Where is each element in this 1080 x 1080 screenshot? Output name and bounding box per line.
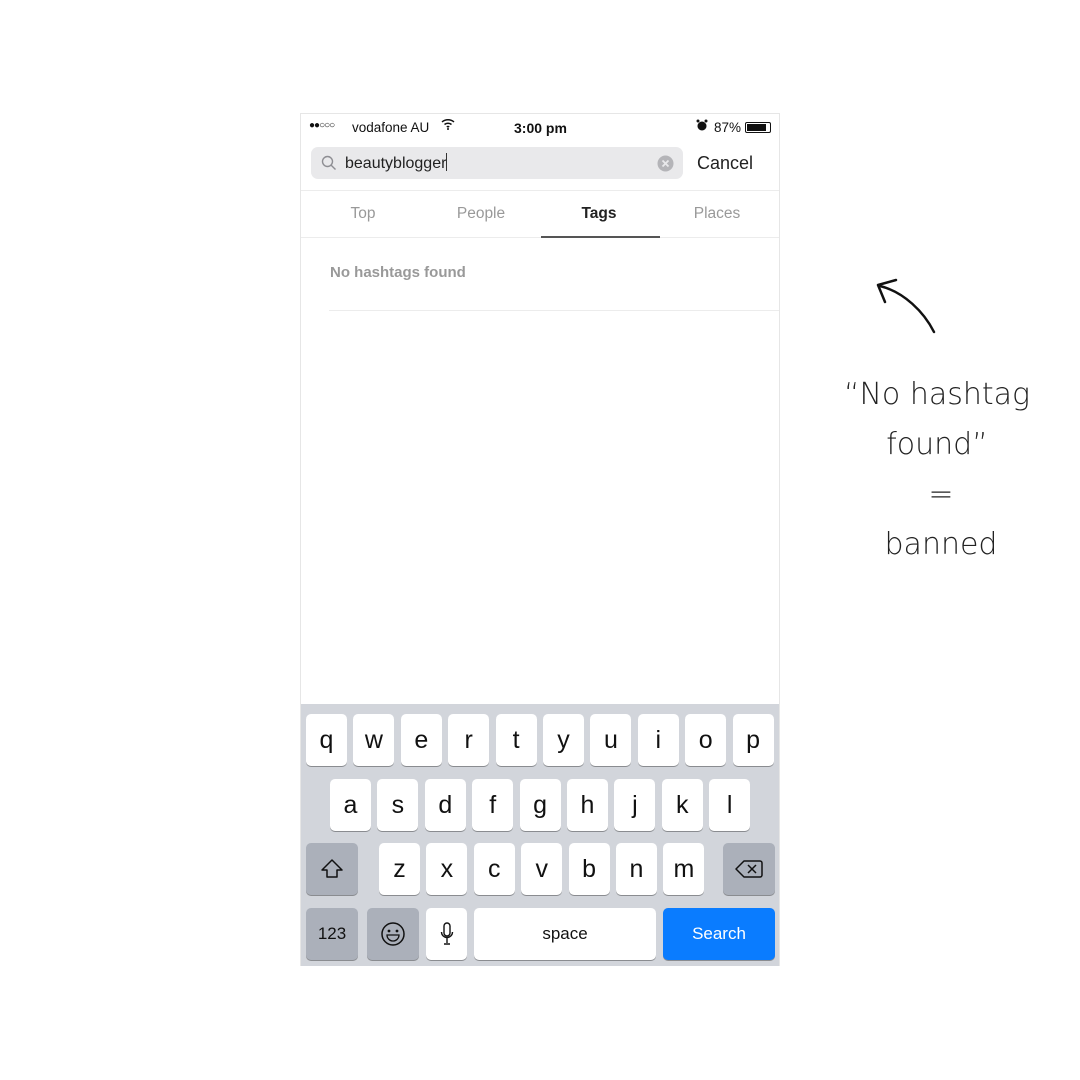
annotation-line: = bbox=[928, 477, 954, 512]
key-n[interactable]: n bbox=[616, 843, 657, 895]
tab-people[interactable]: People bbox=[422, 205, 540, 223]
annotation-line: “No hashtag bbox=[843, 377, 1031, 412]
space-key[interactable]: space bbox=[474, 908, 656, 960]
key-r[interactable]: r bbox=[448, 714, 490, 766]
status-bar: ●●○○○ vodafone AU 3:00 pm 87% bbox=[301, 114, 779, 142]
search-value: beautyblogger bbox=[345, 155, 447, 172]
key-f[interactable]: f bbox=[472, 779, 514, 831]
key-z[interactable]: z bbox=[379, 843, 420, 895]
key-g[interactable]: g bbox=[519, 779, 561, 831]
tab-top[interactable]: Top bbox=[304, 205, 422, 223]
key-q[interactable]: q bbox=[306, 714, 347, 766]
key-l[interactable]: l bbox=[709, 779, 751, 831]
key-j[interactable]: j bbox=[614, 779, 656, 831]
phone-screen: ●●○○○ vodafone AU 3:00 pm 87% beautyblog… bbox=[300, 113, 780, 966]
time: 3:00 pm bbox=[514, 120, 567, 136]
key-w[interactable]: w bbox=[353, 714, 395, 766]
key-v[interactable]: v bbox=[521, 843, 563, 895]
carrier: vodafone AU bbox=[352, 120, 430, 135]
emoji-key[interactable] bbox=[367, 908, 419, 960]
key-d[interactable]: d bbox=[424, 779, 466, 831]
key-c[interactable]: c bbox=[473, 843, 515, 895]
battery-percent: 87% bbox=[714, 120, 742, 135]
dictation-key[interactable] bbox=[426, 908, 467, 960]
key-o[interactable]: o bbox=[685, 714, 727, 766]
tab-tags[interactable]: Tags bbox=[540, 205, 658, 223]
arrow-icon bbox=[876, 278, 936, 334]
key-t[interactable]: t bbox=[495, 714, 537, 766]
wifi-icon bbox=[441, 117, 455, 134]
shift-key[interactable] bbox=[306, 843, 358, 895]
emoji-icon bbox=[381, 922, 405, 946]
empty-message: No hashtags found bbox=[330, 264, 466, 281]
active-tab-indicator bbox=[541, 236, 660, 238]
signal-icon: ●●○○○ bbox=[309, 120, 335, 131]
search-icon bbox=[321, 155, 337, 176]
microphone-icon bbox=[440, 922, 453, 945]
alarm-icon bbox=[696, 119, 708, 134]
keyboard: 123 space Search qwertyuiop asdfghjkl zxcv… bbox=[301, 704, 779, 966]
key-e[interactable]: e bbox=[400, 714, 442, 766]
key-s[interactable]: s bbox=[377, 779, 419, 831]
backspace-icon bbox=[735, 860, 763, 878]
shift-icon bbox=[321, 859, 343, 878]
key-h[interactable]: h bbox=[567, 779, 608, 831]
battery-icon bbox=[745, 122, 771, 133]
search-key[interactable]: Search bbox=[663, 908, 775, 960]
numbers-key[interactable]: 123 bbox=[306, 908, 358, 960]
cancel-button[interactable]: Cancel bbox=[697, 153, 753, 174]
key-b[interactable]: b bbox=[568, 843, 610, 895]
clear-icon[interactable] bbox=[657, 155, 674, 177]
annotation-line: found” bbox=[886, 427, 988, 462]
key-m[interactable]: m bbox=[663, 843, 705, 895]
search-input[interactable]: beautyblogger bbox=[311, 147, 683, 179]
tab-bar: Top People Tags Places bbox=[301, 190, 779, 238]
key-u[interactable]: u bbox=[590, 714, 632, 766]
divider bbox=[329, 310, 779, 311]
tab-places[interactable]: Places bbox=[658, 205, 776, 223]
key-i[interactable]: i bbox=[637, 714, 679, 766]
delete-key[interactable] bbox=[723, 843, 775, 895]
key-p[interactable]: p bbox=[732, 714, 774, 766]
annotation-line: banned bbox=[884, 527, 998, 562]
key-k[interactable]: k bbox=[661, 779, 703, 831]
key-x[interactable]: x bbox=[426, 843, 468, 895]
key-a[interactable]: a bbox=[330, 779, 371, 831]
key-y[interactable]: y bbox=[543, 714, 584, 766]
